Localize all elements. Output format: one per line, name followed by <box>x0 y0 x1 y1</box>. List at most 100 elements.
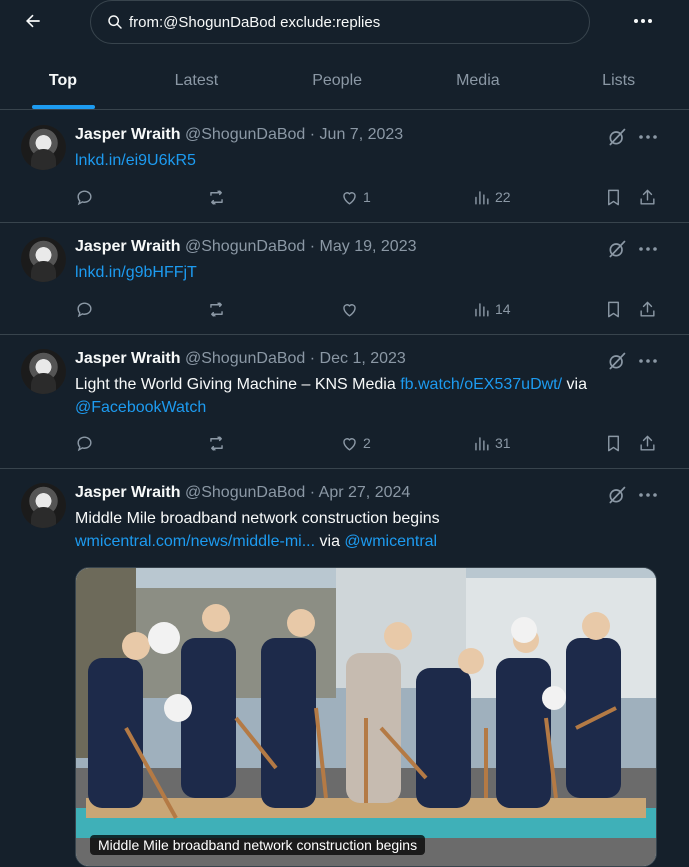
tweet-text-body: Middle Mile broadband network constructi… <box>75 510 440 527</box>
media-caption: Middle Mile broadband network constructi… <box>90 835 426 855</box>
author-handle[interactable]: @ShogunDaBod <box>185 238 305 255</box>
bookmark-button[interactable] <box>604 297 623 321</box>
author-handle[interactable]: @ShogunDaBod <box>185 350 305 367</box>
reply-icon <box>77 435 92 451</box>
avatar[interactable] <box>21 483 66 528</box>
bookmark-button[interactable] <box>604 185 623 209</box>
tweet-date[interactable]: Jun 7, 2023 <box>320 126 404 143</box>
author-name[interactable]: Jasper Wraith <box>75 484 181 501</box>
grok-icon[interactable] <box>607 351 627 371</box>
heart-icon <box>343 191 356 205</box>
share-icon <box>640 435 655 451</box>
separator: · <box>309 126 316 143</box>
tweet-more-icon[interactable] <box>638 239 658 259</box>
author-name[interactable]: Jasper Wraith <box>75 126 181 143</box>
back-arrow-icon[interactable] <box>20 8 46 34</box>
reply-button[interactable] <box>75 185 94 209</box>
tweet-via: via <box>562 376 587 393</box>
avatar[interactable] <box>21 237 66 282</box>
tweet-text: lnkd.in/g9bHFFjT <box>75 261 645 284</box>
tweet-link[interactable]: wmicentral.com/news/middle-mi... <box>75 533 315 550</box>
tab-top[interactable]: Top <box>0 56 126 109</box>
like-count: 1 <box>363 189 371 205</box>
tweet[interactable]: Jasper Wraith @ShogunDaBod · May 19, 202… <box>0 223 689 335</box>
tweet-mention[interactable]: @wmicentral <box>344 533 437 550</box>
tweet[interactable]: Jasper Wraith @ShogunDaBod · Jun 7, 2023… <box>0 111 689 223</box>
grok-icon[interactable] <box>607 127 627 147</box>
tab-lists[interactable]: Lists <box>548 56 689 109</box>
reply-button[interactable] <box>75 297 94 321</box>
tab-label: Top <box>48 72 78 89</box>
author-handle[interactable]: @ShogunDaBod <box>185 126 305 143</box>
share-icon <box>640 189 655 205</box>
like-button[interactable]: 1 <box>340 185 371 209</box>
tab-label: Media <box>456 72 500 89</box>
tweet-date[interactable]: Dec 1, 2023 <box>320 350 406 367</box>
author-name[interactable]: Jasper Wraith <box>75 238 181 255</box>
heart-icon <box>343 303 356 317</box>
tweet[interactable]: Jasper Wraith @ShogunDaBod · Apr 27, 202… <box>0 469 689 867</box>
bookmark-button[interactable] <box>604 431 623 455</box>
tweet-actions: 2 31 <box>0 431 689 455</box>
reply-button[interactable] <box>75 431 94 455</box>
header: Top Latest People Media Lists <box>0 0 689 110</box>
tweet-actions: 1 22 <box>0 185 689 209</box>
tweet-mention[interactable]: @FacebookWatch <box>75 399 206 416</box>
bookmark-icon <box>608 301 619 317</box>
retweet-icon <box>210 301 223 317</box>
tweet-text: Light the World Giving Machine – KNS Med… <box>75 373 645 419</box>
tweet[interactable]: Jasper Wraith @ShogunDaBod · Dec 1, 2023… <box>0 335 689 469</box>
views-button[interactable]: 14 <box>472 297 511 321</box>
tab-media[interactable]: Media <box>408 56 549 109</box>
tweet-text-body: Light the World Giving Machine – KNS Med… <box>75 376 401 393</box>
tweet-header: Jasper Wraith @ShogunDaBod · Apr 27, 202… <box>75 484 410 502</box>
avatar[interactable] <box>21 349 66 394</box>
reply-icon <box>77 301 92 317</box>
retweet-button[interactable] <box>207 297 226 321</box>
tweet-link[interactable]: fb.watch/oEX537uDwt/ <box>400 376 562 393</box>
search-box[interactable] <box>90 0 590 44</box>
views-icon <box>475 436 489 451</box>
tweet-link[interactable]: lnkd.in/ei9U6kR5 <box>75 152 196 169</box>
share-button[interactable] <box>638 431 657 455</box>
active-tab-indicator <box>32 105 95 109</box>
tweet-text: Middle Mile broadband network constructi… <box>75 507 645 553</box>
like-button[interactable]: 2 <box>340 431 371 455</box>
avatar[interactable] <box>21 125 66 170</box>
grok-icon[interactable] <box>607 485 627 505</box>
tweet-media-image[interactable] <box>75 567 657 867</box>
views-button[interactable]: 31 <box>472 431 511 455</box>
retweet-button[interactable] <box>207 431 226 455</box>
retweet-button[interactable] <box>207 185 226 209</box>
search-tabs: Top Latest People Media Lists <box>0 56 689 110</box>
separator: · <box>309 238 316 255</box>
tweet-more-icon[interactable] <box>638 485 658 505</box>
bookmark-icon <box>608 435 619 451</box>
tweet-date[interactable]: Apr 27, 2024 <box>319 484 411 501</box>
tweet-header: Jasper Wraith @ShogunDaBod · May 19, 202… <box>75 238 417 256</box>
tweet-more-icon[interactable] <box>638 351 658 371</box>
groundbreaking-photo <box>76 568 656 866</box>
grok-icon[interactable] <box>607 239 627 259</box>
separator: · <box>309 350 316 367</box>
views-icon <box>475 302 489 317</box>
view-count: 14 <box>495 301 511 317</box>
more-options-icon[interactable] <box>628 8 658 34</box>
author-handle[interactable]: @ShogunDaBod <box>185 484 305 501</box>
like-button[interactable] <box>340 297 363 321</box>
tab-label: People <box>312 72 363 89</box>
author-name[interactable]: Jasper Wraith <box>75 350 181 367</box>
views-button[interactable]: 22 <box>472 185 511 209</box>
reply-icon <box>77 189 92 205</box>
search-input[interactable] <box>129 13 569 31</box>
tweet-text: lnkd.in/ei9U6kR5 <box>75 149 645 172</box>
tab-people[interactable]: People <box>267 56 408 109</box>
tab-label: Lists <box>602 72 636 89</box>
tweet-more-icon[interactable] <box>638 127 658 147</box>
share-button[interactable] <box>638 297 657 321</box>
tweet-date[interactable]: May 19, 2023 <box>320 238 417 255</box>
share-button[interactable] <box>638 185 657 209</box>
tab-latest[interactable]: Latest <box>126 56 267 109</box>
view-count: 22 <box>495 189 511 205</box>
tweet-link[interactable]: lnkd.in/g9bHFFjT <box>75 264 197 281</box>
